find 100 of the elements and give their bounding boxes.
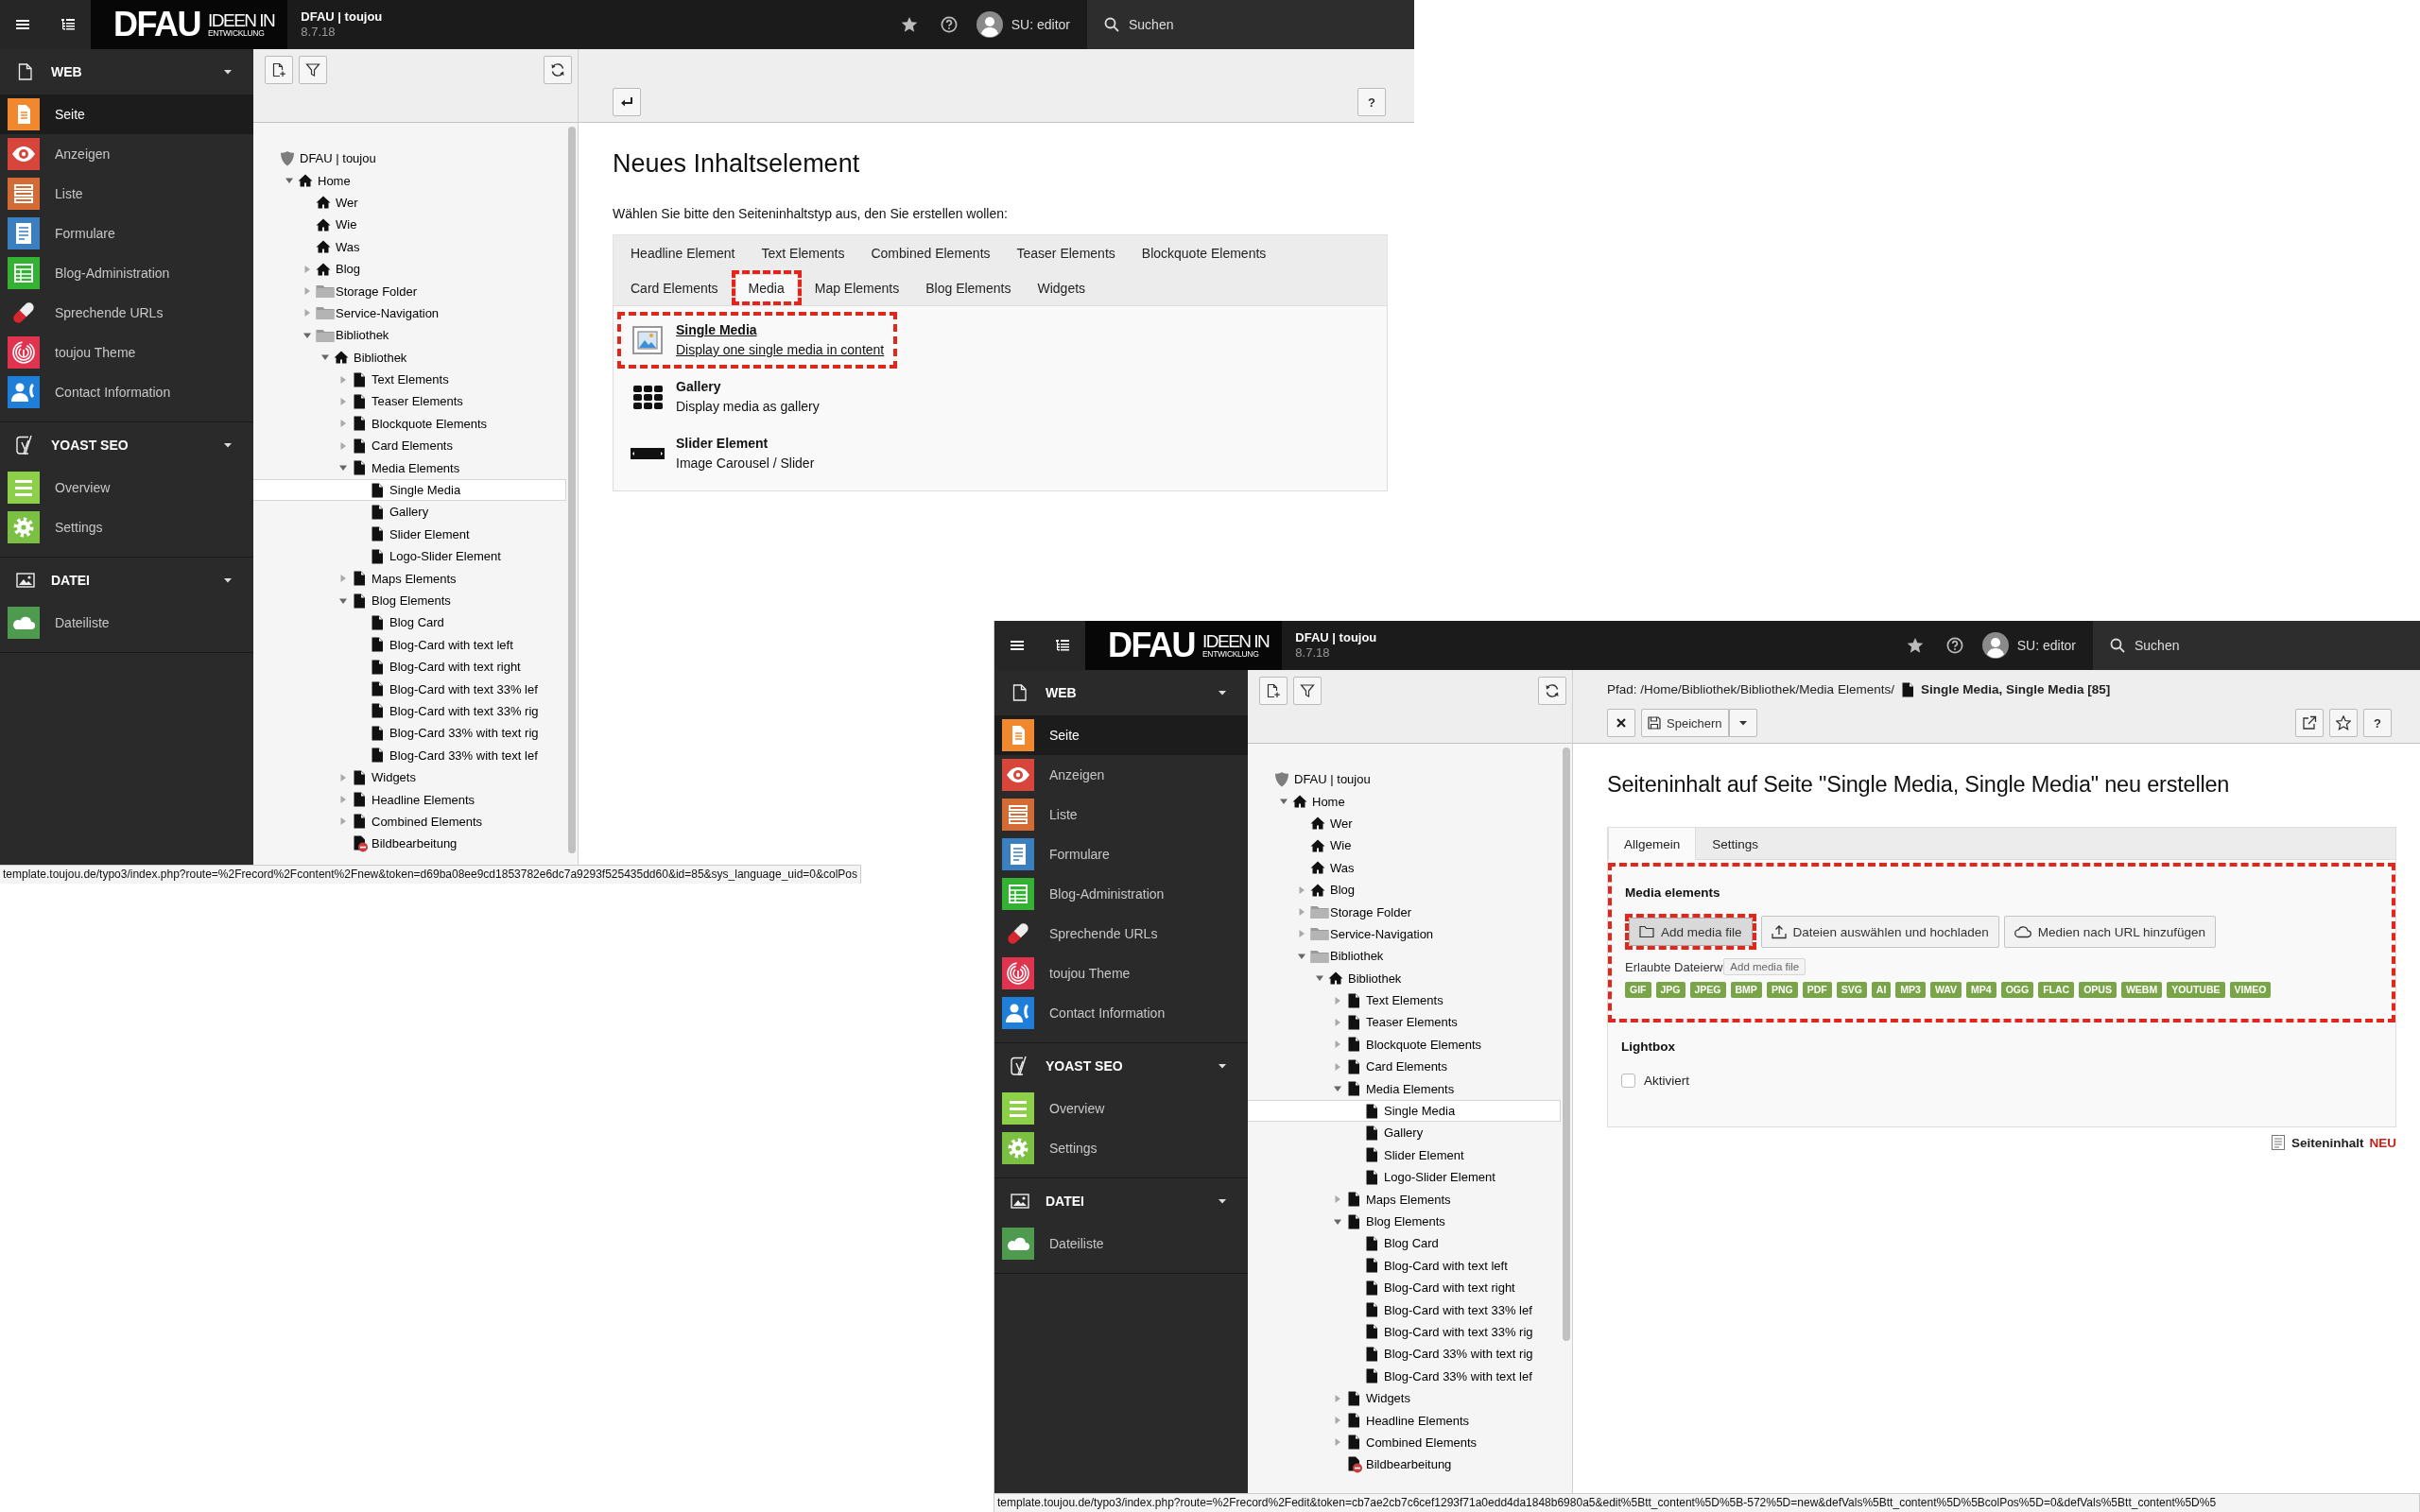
tree-item[interactable]: Widgets bbox=[253, 765, 566, 789]
user-menu[interactable]: SU: editor bbox=[1974, 621, 2093, 670]
scrollbar[interactable] bbox=[1563, 747, 1570, 1341]
tab[interactable]: Widgets bbox=[1024, 270, 1099, 305]
tree-toggle-button[interactable] bbox=[1040, 621, 1085, 670]
tree-item[interactable]: Text Elements bbox=[253, 368, 566, 391]
new-page-button[interactable] bbox=[1259, 677, 1288, 705]
tab[interactable]: Map Elements bbox=[801, 270, 913, 305]
tree-item[interactable]: Bibliothek bbox=[1248, 945, 1561, 968]
tree-item[interactable]: Bibliothek bbox=[1248, 967, 1561, 989]
tab[interactable]: Headline Element bbox=[617, 235, 749, 270]
tree-item[interactable]: Combined Elements bbox=[253, 810, 566, 833]
new-window-button[interactable] bbox=[2295, 709, 2324, 738]
module-item[interactable]: Contact Information bbox=[0, 372, 253, 412]
tree-item[interactable]: Blog-Card with text 33% lef bbox=[1248, 1298, 1561, 1321]
filter-button[interactable] bbox=[299, 56, 327, 84]
tree-item[interactable]: Single Media bbox=[1248, 1099, 1561, 1123]
tab[interactable]: Blog Elements bbox=[912, 270, 1025, 305]
tree-item[interactable]: Was bbox=[253, 235, 566, 258]
tree-item[interactable]: Blog-Card with text right bbox=[1248, 1277, 1561, 1299]
module-group-header[interactable]: WEB bbox=[994, 670, 1248, 715]
tree-item[interactable]: Gallery bbox=[253, 501, 566, 524]
tab[interactable]: Media bbox=[735, 274, 798, 301]
filter-button[interactable] bbox=[1293, 677, 1322, 705]
tree-item[interactable]: Blog-Card with text left bbox=[253, 633, 566, 656]
module-item[interactable]: Blog-Administration bbox=[0, 253, 253, 293]
tree-item[interactable]: Service-Navigation bbox=[1248, 922, 1561, 946]
tree-item[interactable]: Wer bbox=[253, 191, 566, 215]
tree-item[interactable]: Blog-Card with text left bbox=[1248, 1254, 1561, 1277]
tree-item[interactable]: Storage Folder bbox=[1248, 901, 1561, 923]
option-description[interactable]: Image Carousel / Slider bbox=[676, 454, 815, 473]
module-item[interactable]: toujou Theme bbox=[994, 954, 1248, 993]
module-item[interactable]: Sprechende URLs bbox=[0, 293, 253, 333]
tree-item[interactable]: Blog-Card 33% with text lef bbox=[253, 744, 566, 766]
module-item[interactable]: Liste bbox=[994, 795, 1248, 834]
tree-item[interactable]: Logo-Slider Element bbox=[253, 545, 566, 568]
tab[interactable]: Blockquote Elements bbox=[1128, 235, 1280, 270]
help-button[interactable]: ? bbox=[1357, 88, 1386, 117]
tree-item[interactable]: Slider Element bbox=[253, 523, 566, 546]
save-button[interactable]: Speichern bbox=[1641, 709, 1729, 738]
tree-item[interactable]: Bildbearbeitung bbox=[253, 833, 566, 855]
tree-item[interactable]: Blog-Card with text 33% rig bbox=[253, 699, 566, 723]
tree-item[interactable]: Blog-Card 33% with text rig bbox=[1248, 1343, 1561, 1366]
tab[interactable]: Text Elements bbox=[748, 235, 858, 270]
tree-item[interactable]: Blog Card bbox=[253, 611, 566, 634]
module-item[interactable]: Settings bbox=[994, 1128, 1248, 1168]
module-item[interactable]: Liste bbox=[0, 174, 253, 214]
tab[interactable]: Combined Elements bbox=[857, 235, 1004, 270]
menu-button[interactable] bbox=[994, 621, 1040, 670]
tree-item[interactable]: Blog-Card with text 33% rig bbox=[1248, 1320, 1561, 1344]
tree-item[interactable]: Teaser Elements bbox=[253, 390, 566, 413]
tree-item[interactable]: DFAU | toujou bbox=[1248, 768, 1561, 791]
return-button[interactable] bbox=[613, 88, 641, 117]
refresh-button[interactable] bbox=[1538, 677, 1566, 705]
option-title[interactable]: Slider Element bbox=[676, 434, 815, 454]
dropdown-button[interactable] bbox=[1728, 709, 1757, 738]
tree-item[interactable]: Single Media bbox=[253, 478, 566, 502]
module-item[interactable]: Anzeigen bbox=[994, 755, 1248, 795]
refresh-button[interactable] bbox=[544, 56, 572, 84]
add-url-button[interactable]: Medien nach URL hinzufügen bbox=[2003, 916, 2217, 948]
tree-item[interactable]: Teaser Elements bbox=[1248, 1011, 1561, 1034]
module-item[interactable]: Formulare bbox=[0, 214, 253, 253]
star-icon[interactable] bbox=[1906, 637, 1924, 654]
tree-item[interactable]: Combined Elements bbox=[1248, 1431, 1561, 1454]
module-group-header[interactable]: WEB bbox=[0, 49, 253, 94]
tree-item[interactable]: DFAU | toujou bbox=[253, 147, 566, 170]
new-page-button[interactable] bbox=[265, 56, 293, 84]
tree-item[interactable]: Blog-Card with text 33% lef bbox=[253, 678, 566, 700]
bookmark-button[interactable] bbox=[2329, 709, 2358, 738]
option-description[interactable]: Display media as gallery bbox=[676, 397, 820, 417]
scrollbar[interactable] bbox=[568, 127, 576, 854]
tab[interactable]: Card Elements bbox=[617, 270, 732, 305]
tree-item[interactable]: Blog Card bbox=[1248, 1232, 1561, 1255]
tree-item[interactable]: Blockquote Elements bbox=[253, 412, 566, 436]
tree-item[interactable]: Was bbox=[1248, 856, 1561, 879]
search-button[interactable]: Suchen bbox=[1087, 0, 1414, 49]
user-menu[interactable]: SU: editor bbox=[968, 0, 1087, 49]
module-item[interactable]: Blog-Administration bbox=[994, 874, 1248, 914]
tree-item[interactable]: Card Elements bbox=[253, 435, 566, 457]
tree-item[interactable]: Blog-Card with text right bbox=[253, 656, 566, 679]
module-item[interactable]: Anzeigen bbox=[0, 134, 253, 174]
module-group-header[interactable]: YOAST SEO bbox=[994, 1043, 1248, 1089]
upload-button[interactable]: Dateien auswählen und hochladen bbox=[1760, 916, 1999, 948]
tree-item[interactable]: Headline Elements bbox=[1248, 1409, 1561, 1432]
module-item[interactable]: Seite bbox=[994, 715, 1248, 755]
option-title[interactable]: Single Media bbox=[676, 320, 885, 340]
option-title[interactable]: Gallery bbox=[676, 377, 820, 397]
tree-item[interactable]: Wer bbox=[1248, 812, 1561, 835]
tree-item[interactable]: Card Elements bbox=[1248, 1056, 1561, 1078]
tree-item[interactable]: Media Elements bbox=[253, 456, 566, 479]
tree-item[interactable]: Blog Elements bbox=[1248, 1210, 1561, 1233]
tab[interactable]: Allgemein bbox=[1608, 828, 1697, 860]
tree-item[interactable]: Bibliothek bbox=[253, 346, 566, 369]
module-group-header[interactable]: DATEI bbox=[0, 558, 253, 603]
star-icon[interactable] bbox=[900, 16, 918, 33]
tree-item[interactable]: Blog bbox=[1248, 878, 1561, 902]
tree-item[interactable]: Maps Elements bbox=[253, 567, 566, 590]
tree-item[interactable]: Blockquote Elements bbox=[1248, 1033, 1561, 1057]
module-item[interactable]: Seite bbox=[0, 94, 253, 134]
tree-item[interactable]: Headline Elements bbox=[253, 788, 566, 811]
